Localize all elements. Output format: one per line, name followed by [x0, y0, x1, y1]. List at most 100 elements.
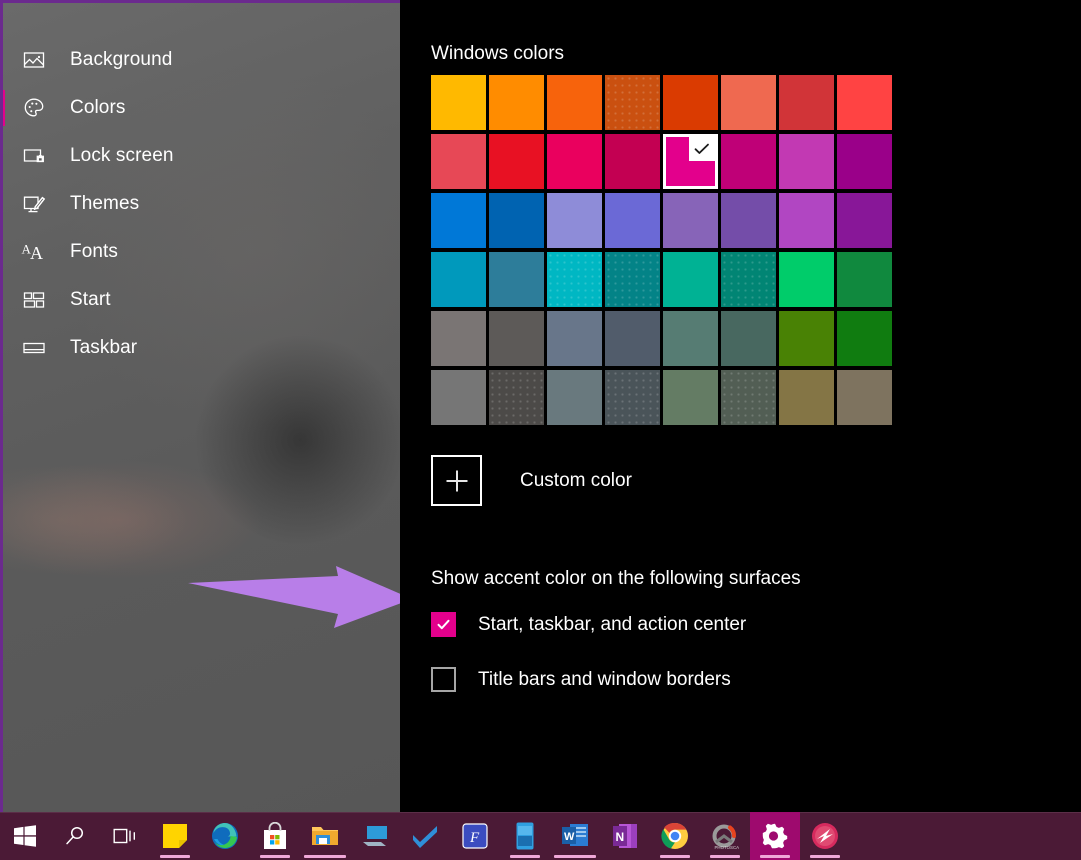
sidebar-item-background[interactable]: Background — [0, 36, 400, 84]
sidebar-item-start[interactable]: Start — [0, 276, 400, 324]
windows-taskbar: F W — [0, 812, 1081, 860]
color-swatch[interactable] — [721, 75, 776, 130]
color-swatch[interactable] — [547, 75, 602, 130]
microsoft-store[interactable] — [250, 812, 300, 860]
color-swatch[interactable] — [489, 193, 544, 248]
swatch-texture — [721, 370, 776, 425]
color-swatch[interactable] — [837, 75, 892, 130]
checkbox-box-checked[interactable] — [431, 612, 456, 637]
color-swatch[interactable] — [605, 75, 660, 130]
color-swatch[interactable] — [837, 370, 892, 425]
task-view-button[interactable] — [100, 812, 150, 860]
color-swatch[interactable] — [547, 252, 602, 307]
sidebar-item-colors[interactable]: Colors — [0, 84, 400, 132]
color-swatch[interactable] — [837, 252, 892, 307]
color-swatch[interactable] — [605, 311, 660, 366]
svg-text:W: W — [564, 831, 575, 843]
microsoft-todo[interactable] — [400, 812, 450, 860]
color-swatch[interactable] — [721, 311, 776, 366]
svg-text:F: F — [469, 830, 480, 846]
color-swatch[interactable] — [605, 193, 660, 248]
color-swatch[interactable] — [431, 134, 486, 189]
color-swatch[interactable] — [431, 311, 486, 366]
microsoft-word[interactable]: W — [550, 812, 600, 860]
color-swatch[interactable] — [663, 252, 718, 307]
color-swatch[interactable] — [663, 193, 718, 248]
color-swatch[interactable] — [605, 134, 660, 189]
remote-desktop[interactable] — [350, 812, 400, 860]
color-swatch[interactable] — [837, 134, 892, 189]
color-swatch[interactable] — [547, 311, 602, 366]
sidebar-item-lock-screen[interactable]: Lock screen — [0, 132, 400, 180]
color-swatch[interactable] — [547, 134, 602, 189]
color-swatch[interactable] — [663, 75, 718, 130]
chrome-icon — [660, 821, 690, 851]
color-swatch[interactable] — [547, 370, 602, 425]
color-swatch[interactable] — [779, 75, 834, 130]
onenote-icon: N — [610, 821, 640, 851]
sidebar-item-taskbar[interactable]: Taskbar — [0, 324, 400, 372]
sidebar-item-label: Lock screen — [70, 145, 174, 167]
color-swatch[interactable] — [431, 370, 486, 425]
color-swatch[interactable] — [605, 370, 660, 425]
your-phone[interactable] — [500, 812, 550, 860]
sidebar-left-accent-edge — [0, 0, 3, 812]
picture-icon — [20, 46, 48, 74]
color-swatch[interactable] — [431, 252, 486, 307]
color-swatch[interactable] — [779, 134, 834, 189]
color-swatch[interactable] — [489, 134, 544, 189]
f-app[interactable]: F — [450, 812, 500, 860]
color-swatch[interactable] — [663, 370, 718, 425]
checkbox-box-unchecked[interactable] — [431, 667, 456, 692]
sidebar-item-themes[interactable]: Themes — [0, 180, 400, 228]
color-swatch[interactable] — [431, 75, 486, 130]
microsoft-onenote[interactable]: N — [600, 812, 650, 860]
checkbox-start-taskbar-action-center[interactable]: Start, taskbar, and action center — [431, 612, 746, 637]
gear-icon — [760, 821, 790, 851]
color-swatch[interactable] — [721, 134, 776, 189]
checkbox-title-bars-window-borders[interactable]: Title bars and window borders — [431, 667, 731, 692]
color-swatch-selected[interactable] — [663, 134, 718, 189]
svg-text:A: A — [30, 243, 43, 263]
color-swatch[interactable] — [779, 311, 834, 366]
color-swatch[interactable] — [779, 252, 834, 307]
color-swatch[interactable] — [489, 75, 544, 130]
windows-logo-icon — [10, 821, 40, 851]
swatch-texture — [721, 252, 776, 307]
sidebar-item-fonts[interactable]: A A Fonts — [0, 228, 400, 276]
media-app[interactable] — [800, 812, 850, 860]
remote-desktop-icon — [360, 821, 390, 851]
photoscape[interactable]: PHOTOSCAPE — [700, 812, 750, 860]
color-swatch[interactable] — [721, 252, 776, 307]
custom-color-button[interactable] — [431, 455, 482, 506]
color-swatch[interactable] — [431, 193, 486, 248]
store-icon — [260, 821, 290, 851]
color-swatch[interactable] — [721, 193, 776, 248]
color-swatch[interactable] — [489, 311, 544, 366]
color-swatch[interactable] — [779, 193, 834, 248]
color-swatch[interactable] — [489, 252, 544, 307]
google-chrome[interactable] — [650, 812, 700, 860]
start-button[interactable] — [0, 812, 50, 860]
colors-settings-panel: Windows colors Custom color Show accent … — [400, 0, 1081, 812]
sticky-notes[interactable] — [150, 812, 200, 860]
settings-button[interactable] — [750, 812, 800, 860]
personalization-nav-list: Background Colors — [0, 36, 400, 372]
color-swatch[interactable] — [547, 193, 602, 248]
running-indicator — [260, 855, 290, 858]
running-indicator — [710, 855, 740, 858]
color-swatch[interactable] — [779, 370, 834, 425]
running-indicator — [510, 855, 540, 858]
color-swatch[interactable] — [663, 311, 718, 366]
search-button[interactable] — [50, 812, 100, 860]
microsoft-edge[interactable] — [200, 812, 250, 860]
file-explorer[interactable] — [300, 812, 350, 860]
annotation-arrow — [186, 566, 400, 628]
themes-icon — [20, 190, 48, 218]
color-swatch[interactable] — [837, 311, 892, 366]
color-swatch[interactable] — [489, 370, 544, 425]
color-swatch[interactable] — [605, 252, 660, 307]
sidebar-item-label: Taskbar — [70, 337, 137, 359]
color-swatch[interactable] — [721, 370, 776, 425]
color-swatch[interactable] — [837, 193, 892, 248]
